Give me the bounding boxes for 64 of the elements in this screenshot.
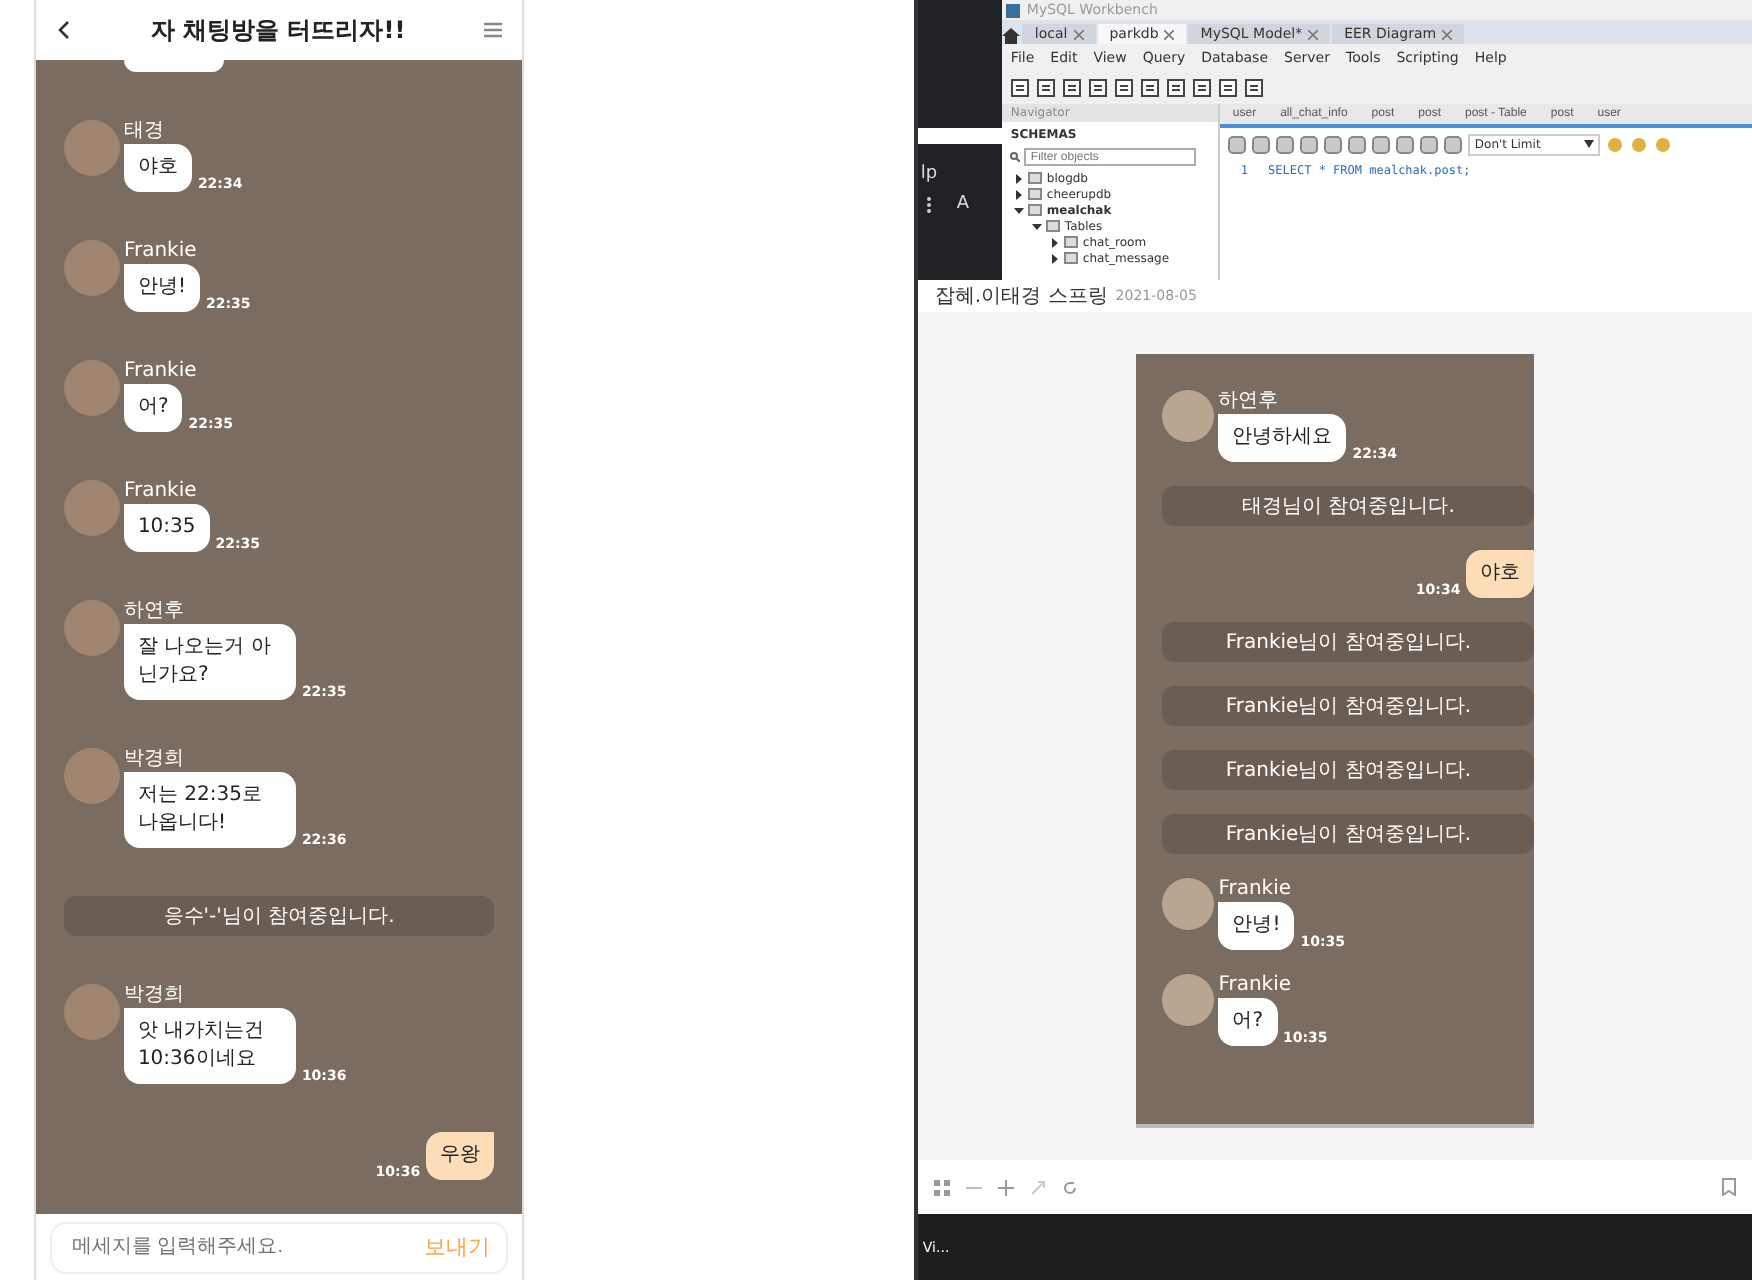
message-bubble: 잘 나오는거 아닌가요? [123, 624, 296, 700]
caret-icon [1584, 140, 1595, 148]
close-icon[interactable] [1073, 29, 1084, 39]
plus-icon[interactable] [998, 1179, 1015, 1195]
sender-name: 박경희 [123, 748, 186, 770]
sender-name: 태경 [123, 120, 166, 142]
sender-name: Frankie [1218, 974, 1294, 996]
sender-name: 하연후 [1218, 390, 1281, 412]
message-bubble: 저는 22:35로 나옵니다! [123, 772, 296, 848]
window-text: lp [918, 162, 940, 184]
message-bubble: 안녕! [1218, 902, 1295, 950]
message-bubble: 안녕하세요 [1218, 414, 1347, 462]
chat-title: 자 채팅방을 터뜨리자!! [150, 13, 406, 47]
collapsed-arrow-icon[interactable] [1050, 253, 1061, 263]
document-icon[interactable] [1036, 78, 1057, 98]
close-icon[interactable] [1308, 29, 1319, 39]
document-icon[interactable] [1010, 78, 1031, 98]
message-bubble: 야호 [123, 144, 192, 192]
bookmark-icon[interactable] [1721, 1178, 1736, 1196]
join-notice: Frankie님이 참여중입니다. [1162, 814, 1535, 854]
close-icon[interactable] [1442, 29, 1453, 39]
grid-icon[interactable] [934, 1179, 951, 1195]
avatar-photo [63, 240, 120, 296]
collapsed-arrow-icon[interactable] [1014, 189, 1025, 199]
join-notice: Frankie님이 참여중입니다. [1162, 750, 1535, 790]
avatar-photo [63, 360, 120, 416]
home-icon[interactable] [1002, 28, 1021, 44]
avatar-photo [63, 600, 120, 656]
avatar-photo [63, 480, 120, 536]
menu-icon[interactable] [484, 22, 503, 38]
join-notice: Frankie님이 참여중입니다. [1162, 622, 1535, 662]
join-notice: 태경님이 참여중입니다. [1162, 486, 1535, 526]
expanded-arrow-icon[interactable] [1032, 221, 1043, 231]
sender-name: 박경희 [123, 984, 186, 1006]
window-text: A [956, 194, 970, 214]
back-icon[interactable] [55, 20, 72, 40]
image-title: 잡혜.이태경 스프링 [934, 284, 1108, 310]
avatar-photo [63, 120, 120, 176]
avatar-photo [1162, 390, 1215, 442]
sender-name: Frankie [123, 360, 199, 382]
avatar-photo [63, 984, 120, 1040]
avatar-photo [1162, 878, 1215, 930]
message-bubble: 우왕 [426, 1132, 495, 1180]
sender-name: Frankie [123, 240, 199, 262]
avatar-photo [63, 748, 120, 804]
sender-name: 하연후 [123, 600, 186, 622]
message-bubble: 어? [123, 384, 183, 432]
expanded-arrow-icon[interactable] [1014, 205, 1025, 215]
collapsed-arrow-icon[interactable] [1014, 173, 1025, 183]
sender-name: Frankie [1218, 878, 1294, 900]
message-bubble: 어? [1218, 998, 1278, 1046]
more-icon[interactable] [926, 195, 933, 213]
message-bubble: 앗 내가치는건 10:36이네요 [123, 1008, 296, 1084]
message-bubble: 안녕! [123, 264, 200, 312]
message-bubble: 야호 [1466, 550, 1535, 598]
join-notice: Frankie님이 참여중입니다. [1162, 686, 1535, 726]
join-notice: 응수'-'님이 참여중입니다. [63, 896, 495, 936]
collapsed-arrow-icon[interactable] [1050, 237, 1061, 247]
search-icon [1010, 152, 1021, 162]
avatar-photo [1162, 974, 1215, 1026]
close-icon[interactable] [1164, 29, 1175, 39]
message-bubble: 10:35 [123, 504, 210, 552]
sender-name: Frankie [123, 480, 199, 502]
refresh-icon[interactable] [1062, 1179, 1079, 1195]
